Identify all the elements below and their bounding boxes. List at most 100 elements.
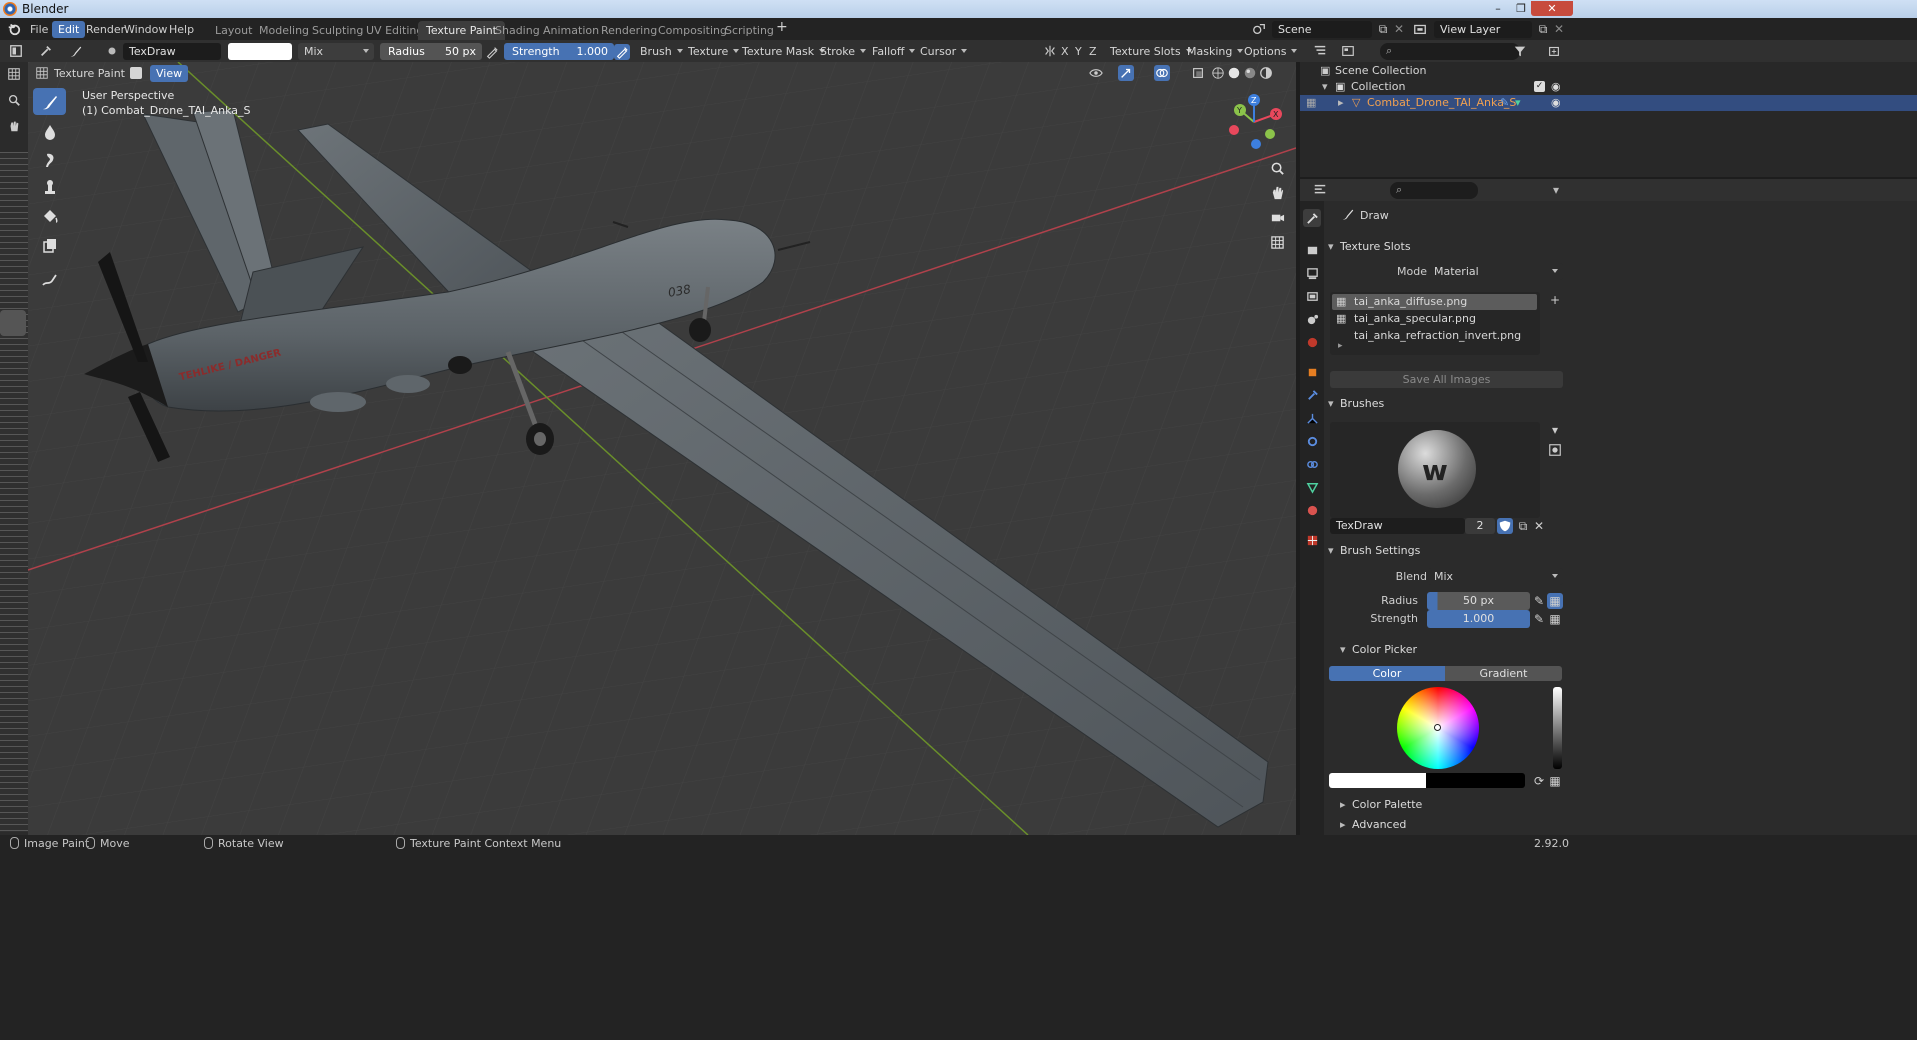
brush-preview[interactable]: w [1330, 422, 1540, 518]
new-collection-icon[interactable] [1546, 43, 1562, 59]
uv-editor-icon[interactable] [6, 66, 22, 82]
tab-view-layer[interactable] [1303, 287, 1321, 305]
tab-particles[interactable] [1303, 409, 1321, 427]
view-menu[interactable]: View [150, 65, 189, 82]
texture-mode-dropdown[interactable]: Material [1428, 263, 1563, 280]
radius-pressure-icon[interactable] [484, 44, 500, 60]
falloff-menu[interactable]: Falloff [868, 43, 918, 60]
brush-settings-panel-header[interactable]: Brush Settings [1328, 541, 1420, 561]
properties-options-icon[interactable]: ▾ [1548, 182, 1564, 198]
value-slider[interactable] [1553, 687, 1562, 769]
cursor-menu[interactable]: Cursor [916, 43, 970, 60]
mirror-x-toggle[interactable]: X [1058, 43, 1072, 60]
scene-icon[interactable] [1251, 21, 1267, 37]
visibility-icon[interactable] [1088, 65, 1104, 81]
view-layer-icon[interactable] [1412, 21, 1428, 37]
shading-solid-icon[interactable] [1226, 65, 1242, 81]
tab-object[interactable] [1303, 363, 1321, 381]
scene-name-field[interactable]: Scene [1272, 21, 1372, 38]
display-mode-icon[interactable] [1340, 43, 1356, 59]
list-item-selected[interactable]: ▦ tai_anka_diffuse.png [1332, 294, 1537, 310]
xray-toggle-icon[interactable] [1190, 65, 1206, 81]
brush-blend-dropdown[interactable]: Mix [1428, 568, 1563, 585]
list-item[interactable]: ▦ tai_anka_specular.png [1332, 311, 1537, 327]
mask-tool-button[interactable] [33, 232, 66, 259]
mirror-z-toggle[interactable]: Z [1086, 43, 1100, 60]
collection-checkbox[interactable]: ✓ [1534, 81, 1545, 92]
outliner-row-scene-collection[interactable]: ▣ Scene Collection [1300, 63, 1917, 79]
primary-color-swatch[interactable] [1329, 773, 1426, 788]
brush-datablock-icon[interactable] [104, 43, 120, 59]
radius-pressure-icon[interactable]: ✎ [1531, 593, 1547, 609]
tab-material[interactable] [1303, 501, 1321, 519]
secondary-color-swatch[interactable] [1426, 773, 1525, 788]
slot-color-icon[interactable] [130, 67, 142, 79]
add-workspace-button[interactable]: + [770, 19, 794, 36]
tool-settings-icon[interactable] [38, 43, 54, 59]
ortho-grid-icon[interactable] [1266, 231, 1288, 253]
list-expand-icon[interactable]: ▸ [1338, 341, 1343, 351]
advanced-subpanel-header[interactable]: Advanced [1340, 815, 1406, 835]
brush-color-swatch[interactable] [228, 43, 292, 60]
draw-tool-button[interactable] [33, 88, 66, 115]
tab-world[interactable] [1303, 333, 1321, 351]
properties-search-input[interactable]: ⌕ [1390, 182, 1478, 199]
tab-scene[interactable] [1303, 310, 1321, 328]
remove-view-layer-icon[interactable]: ✕ [1551, 21, 1567, 37]
tab-modifiers[interactable] [1303, 386, 1321, 404]
color-wheel-cursor[interactable] [1434, 724, 1441, 731]
radius-slider[interactable]: Radius 50 px [380, 43, 482, 60]
editor-type-icon[interactable] [8, 43, 24, 59]
brush-menu[interactable]: Brush [636, 43, 686, 60]
close-window-button[interactable]: ✕ [1531, 1, 1573, 16]
gradient-tab[interactable]: Gradient [1445, 666, 1562, 681]
list-item[interactable]: tai_anka_refraction_invert.png [1332, 328, 1537, 344]
uv-zoom-icon[interactable] [6, 92, 22, 108]
brush-name-field[interactable]: TexDraw [123, 43, 221, 60]
gizmo-toggle-icon[interactable] [1118, 65, 1134, 81]
view-layer-field[interactable]: View Layer [1434, 21, 1532, 38]
outliner-row-collection[interactable]: ▾ ▣ Collection ✓ ◉ [1300, 79, 1917, 95]
tab-render[interactable] [1303, 241, 1321, 259]
tab-constraints[interactable] [1303, 455, 1321, 473]
properties-editor-icon[interactable] [1312, 182, 1328, 198]
shading-rendered-icon[interactable] [1258, 65, 1274, 81]
color-wheel[interactable] [1397, 687, 1479, 769]
texture-mask-menu[interactable]: Texture Mask [738, 43, 828, 60]
outliner-row-object[interactable]: ▦ ▸ ▽ Combat_Drone_TAI_Anka_S ✎ ▾ ◉ [1300, 95, 1917, 111]
duplicate-brush-icon[interactable]: ⧉ [1515, 518, 1531, 534]
uv-toolbar-handle[interactable] [0, 310, 26, 336]
texture-slots-menu[interactable]: Texture Slots [1106, 43, 1195, 60]
annotate-tool-button[interactable] [33, 266, 66, 293]
overlays-toggle-icon[interactable] [1154, 65, 1170, 81]
strength-slider[interactable]: Strength 1.000 [504, 43, 614, 60]
menu-file[interactable]: File [24, 21, 54, 38]
save-all-images-button[interactable]: Save All Images [1330, 371, 1563, 388]
outliner-editor-icon[interactable] [1312, 43, 1328, 59]
unlink-brush-icon[interactable]: ✕ [1531, 518, 1547, 534]
color-tab[interactable]: Color [1329, 666, 1445, 681]
options-menu[interactable]: Options [1240, 43, 1300, 60]
brush-tool-icon[interactable] [68, 43, 84, 59]
brush-list-dropdown-icon[interactable]: ▾ [1547, 422, 1563, 438]
tab-tool[interactable] [1303, 209, 1321, 227]
clone-tool-button[interactable] [33, 174, 66, 201]
new-view-layer-icon[interactable]: ⧉ [1535, 21, 1551, 37]
color-picker-subpanel-header[interactable]: Color Picker [1340, 640, 1417, 660]
collection-eye-icon[interactable]: ◉ [1551, 79, 1561, 95]
stroke-menu[interactable]: Stroke [816, 43, 869, 60]
color-palette-subpanel-header[interactable]: Color Palette [1340, 795, 1422, 815]
remove-scene-icon[interactable]: ✕ [1391, 21, 1407, 37]
tab-output[interactable] [1303, 264, 1321, 282]
camera-view-icon[interactable] [1266, 206, 1288, 228]
strength-unit-icon[interactable]: ▦ [1547, 611, 1563, 627]
shading-wireframe-icon[interactable] [1210, 65, 1226, 81]
texture-menu[interactable]: Texture [684, 43, 742, 60]
blend-mode-dropdown[interactable]: Mix [298, 43, 374, 60]
blender-menu-icon[interactable] [6, 21, 22, 37]
brush-browse-icon[interactable] [1547, 442, 1563, 458]
brushes-panel-header[interactable]: Brushes [1328, 394, 1384, 414]
fill-tool-button[interactable] [33, 202, 66, 229]
tab-data[interactable] [1303, 478, 1321, 496]
soften-tool-button[interactable] [33, 118, 66, 145]
